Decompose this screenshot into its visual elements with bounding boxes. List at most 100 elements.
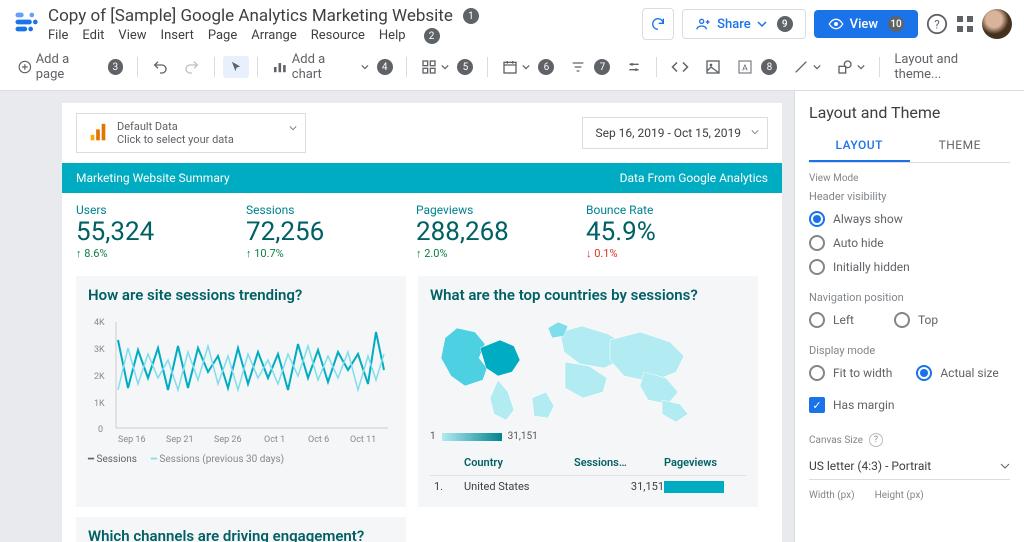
shape-button[interactable]: [831, 55, 871, 79]
metric-label: Users: [76, 203, 216, 217]
filter-control-button[interactable]: 7: [564, 55, 616, 79]
undo-icon: [152, 59, 168, 75]
menu-insert[interactable]: Insert: [161, 28, 194, 44]
radio-always-show[interactable]: Always show: [809, 207, 1010, 231]
menu-help[interactable]: Help: [379, 28, 406, 44]
apps-icon[interactable]: [956, 15, 974, 33]
text-button[interactable]: A8: [731, 55, 783, 79]
panel-title: Layout and Theme: [809, 103, 1010, 122]
chevron-down-icon: [857, 63, 865, 71]
redo-button[interactable]: [178, 55, 206, 79]
share-label: Share: [717, 17, 751, 32]
menu-edit[interactable]: Edit: [82, 28, 104, 44]
share-button[interactable]: Share 9: [682, 9, 806, 39]
metric-delta: ↓ 0.1%: [586, 247, 726, 260]
radio-nav-left[interactable]: Left: [809, 308, 854, 332]
analytics-icon: [87, 122, 109, 144]
map-scale-min: 1: [430, 431, 436, 442]
annotation-badge: 6: [538, 59, 554, 75]
radio-initially-hidden[interactable]: Initially hidden: [809, 255, 1010, 279]
radio-nav-top[interactable]: Top: [894, 308, 938, 332]
help-icon[interactable]: ?: [869, 433, 883, 447]
annotation-badge: 5: [457, 59, 473, 75]
add-chart-button[interactable]: Add a chart 4: [266, 48, 398, 86]
text-icon: A: [737, 59, 753, 75]
tab-layout[interactable]: LAYOUT: [809, 130, 910, 162]
date-range-picker[interactable]: Sep 16, 2019 - Oct 15, 2019: [582, 117, 768, 149]
undo-button[interactable]: [146, 55, 174, 79]
cursor-icon: [229, 60, 243, 74]
date-control-button[interactable]: 6: [496, 55, 560, 79]
refresh-button[interactable]: [642, 8, 674, 40]
eye-icon: [828, 16, 844, 32]
annotation-badge: 9: [777, 16, 793, 32]
svg-text:Oct 1: Oct 1: [264, 435, 285, 445]
shapes-icon: [837, 59, 853, 75]
avatar[interactable]: [982, 9, 1012, 39]
menu-resource[interactable]: Resource: [311, 28, 365, 44]
layout-theme-button[interactable]: Layout and theme...: [888, 48, 1012, 86]
label-display-mode: Display mode: [809, 344, 1010, 357]
add-page-button[interactable]: Add a page 3: [12, 48, 129, 86]
tab-theme[interactable]: THEME: [910, 130, 1011, 162]
url-embed-button[interactable]: [665, 56, 695, 78]
svg-text:Oct 6: Oct 6: [308, 435, 329, 445]
help-icon[interactable]: ?: [926, 13, 948, 35]
col-country: Country: [464, 456, 574, 469]
doc-title[interactable]: Copy of [Sample] Google Analytics Market…: [48, 6, 453, 26]
metric-delta: ↑ 2.0%: [416, 247, 556, 260]
select-tool[interactable]: [223, 56, 249, 78]
chevron-down-icon: [813, 63, 821, 71]
canvas-size-select[interactable]: US letter (4:3) - Portrait: [809, 453, 1010, 480]
line-button[interactable]: [787, 55, 827, 79]
annotation-badge: 2: [424, 28, 440, 44]
datastudio-logo: [12, 8, 40, 36]
canvas[interactable]: Default Data Click to select your data S…: [0, 91, 794, 542]
grid-icon: [421, 59, 437, 75]
layout-theme-panel: Layout and Theme LAYOUT THEME View Mode …: [794, 91, 1024, 542]
summary-source: Data From Google Analytics: [620, 171, 768, 185]
community-vis-button[interactable]: 5: [415, 55, 479, 79]
data-source-selector[interactable]: Default Data Click to select your data: [76, 113, 306, 153]
metric-value: 288,268: [416, 217, 556, 247]
checkbox-has-margin[interactable]: ✓Has margin: [809, 393, 1010, 417]
annotation-badge: 1: [463, 8, 479, 24]
refresh-icon: [650, 16, 666, 32]
image-button[interactable]: [699, 55, 727, 79]
data-source-name: Default Data: [117, 120, 234, 133]
chevron-down-icon: [757, 19, 767, 29]
report-page: Default Data Click to select your data S…: [62, 103, 782, 542]
calendar-icon: [502, 59, 518, 75]
svg-text:1K: 1K: [94, 399, 105, 409]
sessions-line-chart[interactable]: 4K 3K 2K 1K 0 Sep 16 Sep 21 Sep 26 Oct 1: [88, 310, 398, 450]
legend-prev: Sessions (previous 30 days): [159, 454, 284, 465]
svg-text:2K: 2K: [94, 372, 105, 382]
svg-text:3K: 3K: [94, 345, 105, 355]
data-control-button[interactable]: [620, 55, 648, 79]
menu-view[interactable]: View: [118, 28, 146, 44]
radio-fit-width[interactable]: Fit to width: [809, 361, 892, 385]
section-view-mode: View Mode: [809, 173, 1010, 184]
line-icon: [793, 59, 809, 75]
svg-text:Sep 16: Sep 16: [118, 435, 146, 445]
menu-arrange[interactable]: Arrange: [251, 28, 296, 44]
world-map-chart[interactable]: [430, 310, 720, 425]
summary-title: Marketing Website Summary: [76, 171, 230, 185]
menu-file[interactable]: File: [48, 28, 68, 44]
date-range-label: Sep 16, 2019 - Oct 15, 2019: [595, 126, 741, 140]
annotation-badge: 4: [377, 59, 393, 75]
channels-chart-title: Which channels are driving engagement?: [88, 527, 394, 542]
metric-delta: ↑ 8.6%: [76, 247, 216, 260]
toolbar: Add a page 3 Add a chart 4 5 6 7 A8 Layo…: [0, 44, 1024, 91]
metric-label: Bounce Rate: [586, 203, 726, 217]
svg-text:0: 0: [98, 425, 103, 435]
metric-delta: ↑ 10.7%: [246, 247, 386, 260]
metric-value: 72,256: [246, 217, 386, 247]
view-button[interactable]: View 10: [814, 10, 918, 38]
menu-page[interactable]: Page: [208, 28, 237, 44]
section-canvas-size: Canvas Size: [809, 435, 863, 446]
radio-actual-size[interactable]: Actual size: [916, 361, 998, 385]
code-icon: [671, 60, 689, 74]
add-chart-label: Add a chart: [292, 52, 357, 82]
radio-auto-hide[interactable]: Auto hide: [809, 231, 1010, 255]
